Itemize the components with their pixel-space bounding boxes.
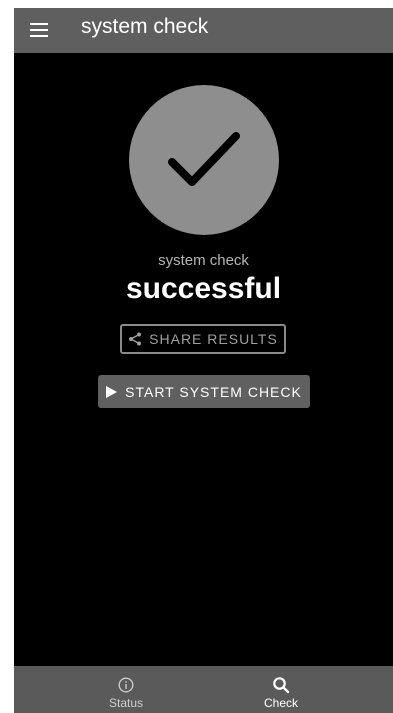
nav-item-check[interactable]: Check [221,666,341,713]
play-icon [106,385,118,398]
share-results-button[interactable]: SHARE RESULTS [120,324,286,354]
share-icon [129,332,142,346]
nav-label-status: Status [108,696,144,710]
menu-button[interactable] [26,17,52,43]
checkmark-icon [168,132,240,186]
search-icon [273,677,290,694]
bottom-navigation: Status Check [14,666,393,713]
page-title: system check [81,15,209,38]
start-system-check-label: START SYSTEM CHECK [125,383,302,400]
nav-label-check: Check [263,696,298,710]
hamburger-menu-icon [30,23,48,37]
result-label: system check [158,252,249,269]
success-indicator [129,85,279,235]
start-system-check-button[interactable]: START SYSTEM CHECK [98,375,310,408]
app-screen: system check system check successful SHA… [14,8,393,713]
app-bar: system check [14,8,393,53]
share-results-label: SHARE RESULTS [149,331,278,347]
result-value: successful [125,272,282,305]
nav-item-status[interactable]: Status [66,666,186,713]
info-icon [118,677,134,693]
